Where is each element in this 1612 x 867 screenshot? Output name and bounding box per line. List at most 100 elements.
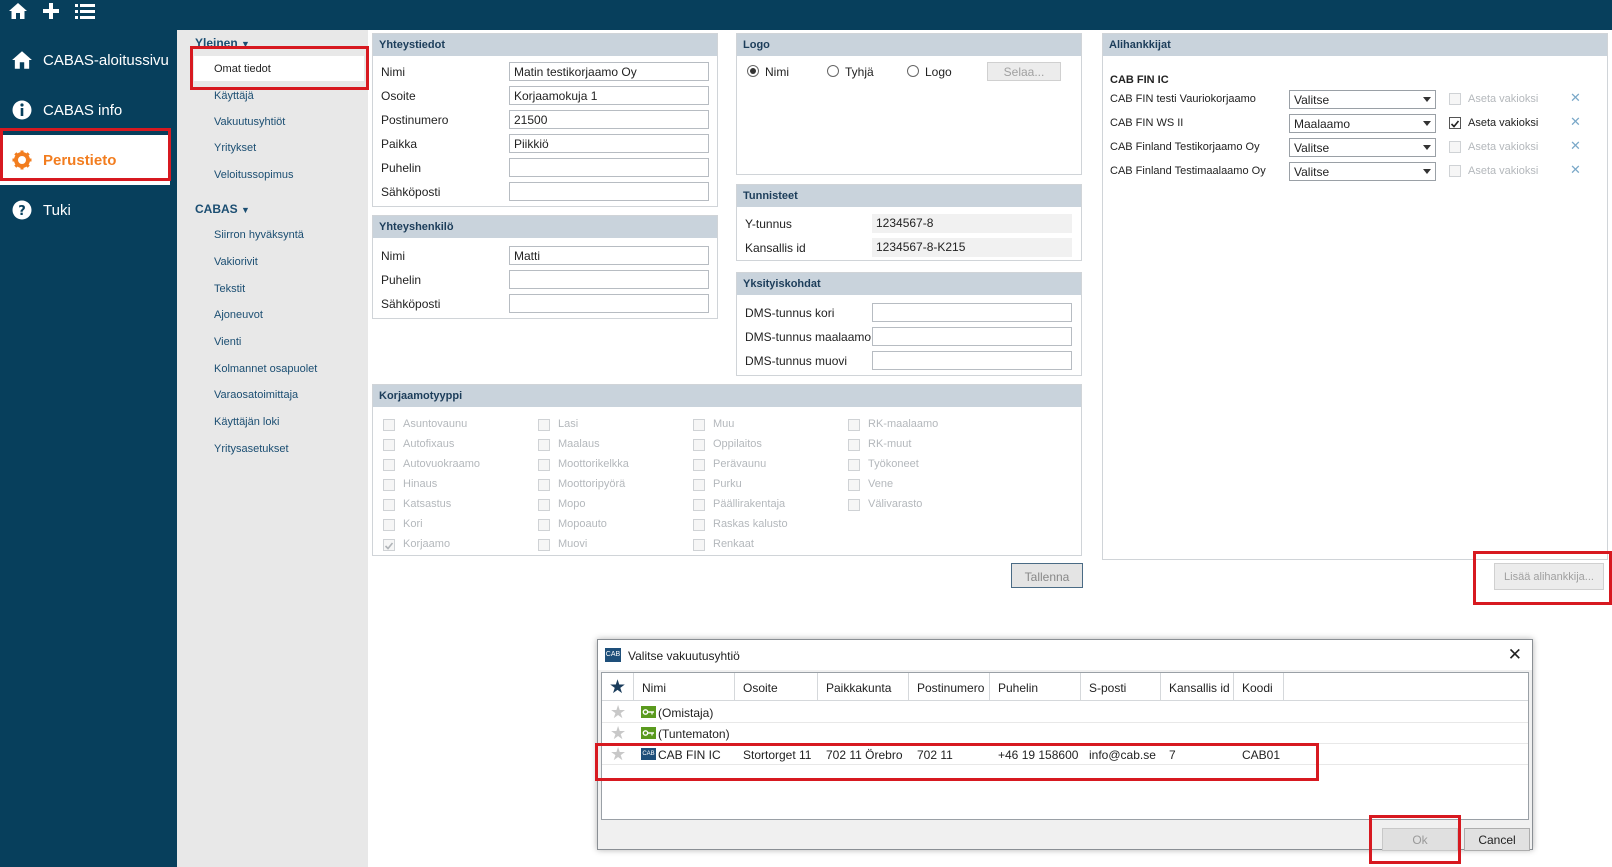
dms-maalaamo-input[interactable] bbox=[872, 327, 1072, 346]
workshop-type-checkbox[interactable] bbox=[383, 439, 395, 451]
add-subcontractor-button[interactable]: Lisää alihankkija... bbox=[1494, 563, 1604, 590]
workshop-type-checkbox[interactable] bbox=[848, 419, 860, 431]
cancel-button[interactable]: Cancel bbox=[1464, 828, 1530, 851]
contact-name-input[interactable]: Matti bbox=[509, 246, 709, 265]
subnav-item-ajoneuvot[interactable]: Ajoneuvot bbox=[214, 309, 263, 321]
workshop-type-checkbox[interactable] bbox=[693, 459, 705, 471]
subnav-item-kayttaja[interactable]: Käyttäjä bbox=[214, 90, 254, 102]
workshop-type-checkbox[interactable] bbox=[848, 499, 860, 511]
star-icon[interactable]: ★ bbox=[610, 745, 626, 763]
workshop-type-checkbox[interactable] bbox=[383, 479, 395, 491]
nav-item-home[interactable]: CABAS-aloitussivu bbox=[0, 35, 177, 85]
favorite-column-header[interactable]: ★ bbox=[602, 673, 634, 701]
subnav-item-siirron-hyvaksynta[interactable]: Siirron hyväksyntä bbox=[214, 229, 304, 241]
workshop-type-checkbox[interactable] bbox=[383, 539, 395, 551]
workshop-type-checkbox[interactable] bbox=[538, 419, 550, 431]
workshop-type-checkbox[interactable] bbox=[693, 499, 705, 511]
workshop-type-checkbox[interactable] bbox=[848, 459, 860, 471]
plus-icon[interactable] bbox=[42, 2, 60, 23]
subcontractor-role-select[interactable]: Valitse bbox=[1289, 162, 1436, 181]
subnav-item-yritykset[interactable]: Yritykset bbox=[214, 142, 256, 154]
nav-item-tuki[interactable]: ? Tuki bbox=[0, 185, 177, 235]
logo-radio-logo[interactable] bbox=[907, 65, 919, 77]
email-input[interactable] bbox=[509, 182, 709, 201]
workshop-type-checkbox[interactable] bbox=[538, 459, 550, 471]
table-row[interactable]: ★ (Tuntematon) bbox=[602, 723, 1528, 744]
logo-radio-nimi[interactable] bbox=[747, 65, 759, 77]
browse-button[interactable]: Selaa... bbox=[987, 62, 1061, 81]
table-row[interactable]: ★ CAB CAB FIN IC Stortorget 11 702 11 Örebro… bbox=[602, 744, 1528, 765]
subnav-item-vakiorivit[interactable]: Vakiorivit bbox=[214, 256, 258, 268]
subnav-item-varaosatoimittaja[interactable]: Varaosatoimittaja bbox=[214, 389, 298, 401]
set-default-checkbox[interactable] bbox=[1449, 93, 1461, 105]
workshop-type-checkbox[interactable] bbox=[538, 479, 550, 491]
column-header[interactable]: Postinumero bbox=[909, 673, 990, 701]
remove-icon[interactable]: ✕ bbox=[1570, 163, 1581, 178]
subnav-item-vakuutusyhtiot[interactable]: Vakuutusyhtiöt bbox=[214, 116, 285, 128]
column-header[interactable]: Osoite bbox=[735, 673, 818, 701]
subnav-item-veloitussopimus[interactable]: Veloitussopimus bbox=[214, 169, 294, 181]
workshop-type-checkbox[interactable] bbox=[383, 499, 395, 511]
workshop-type-checkbox[interactable] bbox=[693, 479, 705, 491]
star-icon[interactable]: ★ bbox=[610, 724, 626, 742]
address-input[interactable]: Korjaamokuja 1 bbox=[509, 86, 709, 105]
column-header[interactable]: Kansallis id bbox=[1161, 673, 1234, 701]
list-icon[interactable] bbox=[75, 2, 95, 23]
workshop-type-checkbox[interactable] bbox=[538, 519, 550, 531]
close-icon[interactable]: ✕ bbox=[1508, 645, 1522, 665]
dms-muovi-input[interactable] bbox=[872, 351, 1072, 370]
workshop-type-checkbox[interactable] bbox=[383, 519, 395, 531]
workshop-type-checkbox[interactable] bbox=[693, 539, 705, 551]
dms-kori-input[interactable] bbox=[872, 303, 1072, 322]
star-icon[interactable]: ★ bbox=[610, 703, 626, 721]
remove-icon[interactable]: ✕ bbox=[1570, 139, 1581, 154]
field-label: Postinumero bbox=[381, 113, 449, 127]
workshop-type-label: Välivarasto bbox=[868, 498, 923, 510]
workshop-type-checkbox[interactable] bbox=[538, 499, 550, 511]
remove-icon[interactable]: ✕ bbox=[1570, 91, 1581, 106]
workshop-type-checkbox[interactable] bbox=[538, 539, 550, 551]
remove-icon[interactable]: ✕ bbox=[1570, 115, 1581, 130]
subnav-item-kayttajan-loki[interactable]: Käyttäjän loki bbox=[214, 416, 279, 428]
postal-code-input[interactable]: 21500 bbox=[509, 110, 709, 129]
column-header[interactable]: S-posti bbox=[1081, 673, 1161, 701]
nav-item-cabas-info[interactable]: CABAS info bbox=[0, 85, 177, 135]
city-input[interactable]: Piikkiö bbox=[509, 134, 709, 153]
workshop-type-checkbox[interactable] bbox=[848, 439, 860, 451]
table-row[interactable]: ★ (Omistaja) bbox=[602, 702, 1528, 723]
subcontractor-role-select[interactable]: Valitse bbox=[1289, 90, 1436, 109]
workshop-type-checkbox[interactable] bbox=[693, 519, 705, 531]
column-header[interactable]: Koodi bbox=[1234, 673, 1284, 701]
subnav-group-cabas[interactable]: CABAS ▼ bbox=[195, 202, 250, 216]
subcontractor-role-select[interactable]: Valitse bbox=[1289, 138, 1436, 157]
workshop-type-checkbox[interactable] bbox=[693, 439, 705, 451]
subnav-item-vienti[interactable]: Vienti bbox=[214, 336, 241, 348]
save-button[interactable]: Tallenna bbox=[1011, 563, 1083, 588]
subnav-item-yritysasetukset[interactable]: Yritysasetukset bbox=[214, 443, 289, 455]
logo-radio-tyhja[interactable] bbox=[827, 65, 839, 77]
subnav-group-yleinen[interactable]: Yleinen ▼ bbox=[195, 36, 250, 50]
nav-item-perustieto[interactable]: Perustieto bbox=[0, 135, 170, 185]
workshop-type-checkbox[interactable] bbox=[848, 479, 860, 491]
subcontractor-name: CAB Finland Testimaalaamo Oy bbox=[1110, 165, 1266, 177]
subnav-item-omat-tiedot[interactable]: Omat tiedot bbox=[194, 56, 364, 81]
workshop-type-checkbox[interactable] bbox=[383, 459, 395, 471]
set-default-checkbox[interactable] bbox=[1449, 117, 1461, 129]
workshop-type-checkbox[interactable] bbox=[538, 439, 550, 451]
contact-phone-input[interactable] bbox=[509, 270, 709, 289]
ok-button[interactable]: Ok bbox=[1382, 828, 1458, 851]
contact-email-input[interactable] bbox=[509, 294, 709, 313]
column-header[interactable]: Paikkakunta bbox=[818, 673, 909, 701]
set-default-checkbox[interactable] bbox=[1449, 165, 1461, 177]
column-header[interactable]: Puhelin bbox=[990, 673, 1081, 701]
workshop-type-checkbox[interactable] bbox=[693, 419, 705, 431]
subnav-item-tekstit[interactable]: Tekstit bbox=[214, 283, 245, 295]
column-header[interactable]: Nimi bbox=[634, 673, 735, 701]
name-input[interactable]: Matin testikorjaamo Oy bbox=[509, 62, 709, 81]
subnav-item-kolmannet-osapuolet[interactable]: Kolmannet osapuolet bbox=[214, 363, 317, 375]
subcontractor-role-select[interactable]: Maalaamo bbox=[1289, 114, 1436, 133]
home-icon[interactable] bbox=[8, 2, 28, 23]
set-default-checkbox[interactable] bbox=[1449, 141, 1461, 153]
workshop-type-checkbox[interactable] bbox=[383, 419, 395, 431]
phone-input[interactable] bbox=[509, 158, 709, 177]
